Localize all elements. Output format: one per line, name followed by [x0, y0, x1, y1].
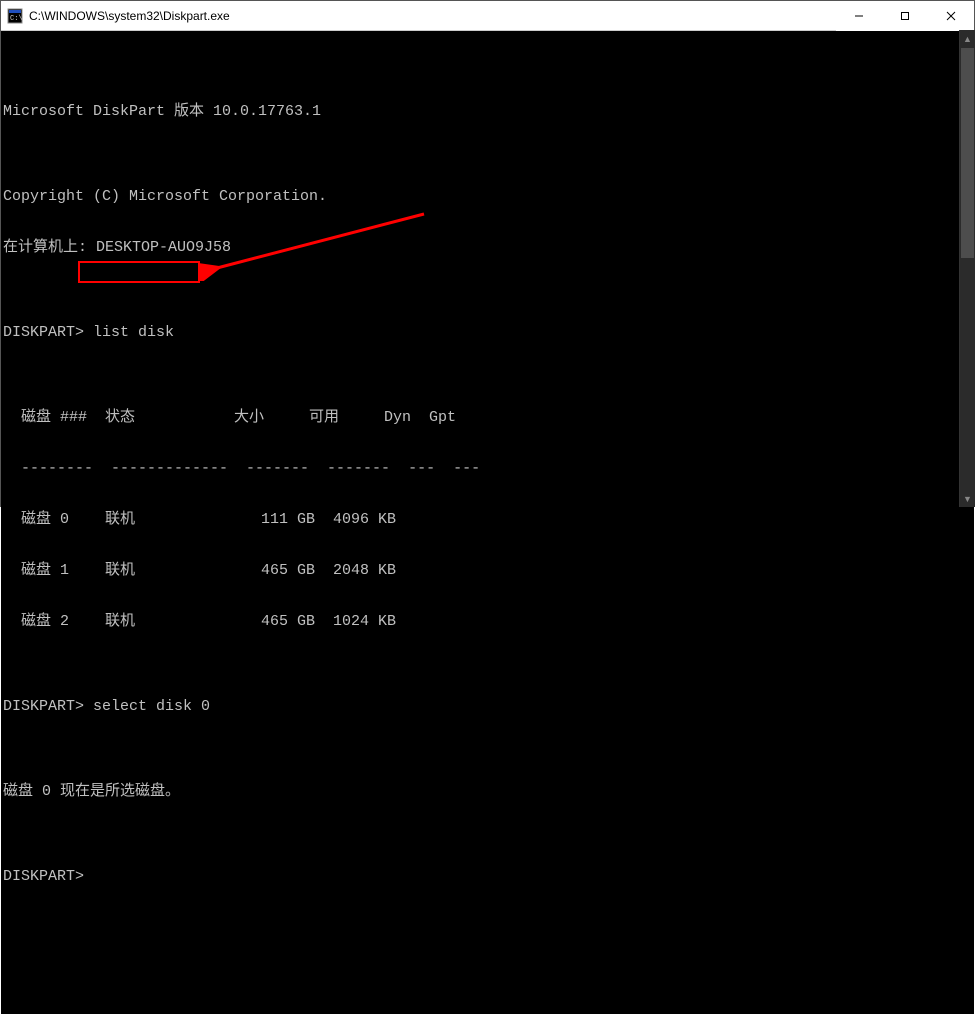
close-button[interactable] [928, 1, 974, 31]
svg-text:C:\: C:\ [10, 15, 23, 23]
prompt-prefix: DISKPART> [3, 698, 93, 715]
vertical-scrollbar[interactable]: ▲ ▼ [959, 30, 975, 507]
window-title: C:\WINDOWS\system32\Diskpart.exe [29, 9, 230, 23]
command-text: list disk [93, 324, 174, 341]
prompt-line-1: DISKPART> list disk [3, 324, 974, 341]
computer-line: 在计算机上: DESKTOP-AUO9J58 [3, 239, 974, 256]
table-row: 磁盘 1 联机 465 GB 2048 KB [3, 562, 974, 579]
scrollbar-thumb[interactable] [961, 48, 974, 258]
prompt-line-2: DISKPART> select disk 0 [3, 698, 974, 715]
app-window: C:\ C:\WINDOWS\system32\Diskpart.exe Mic… [0, 0, 975, 507]
scroll-down-button[interactable]: ▼ [960, 490, 975, 507]
terminal-area[interactable]: Microsoft DiskPart 版本 10.0.17763.1 Copyr… [1, 31, 974, 1014]
minimize-button[interactable] [836, 1, 882, 31]
version-line: Microsoft DiskPart 版本 10.0.17763.1 [3, 103, 974, 120]
prompt-line-3: DISKPART> [3, 868, 974, 885]
table-row: 磁盘 0 联机 111 GB 4096 KB [3, 511, 974, 528]
scroll-up-button[interactable]: ▲ [960, 30, 975, 47]
annotation-highlight-box [78, 261, 200, 283]
copyright-line: Copyright (C) Microsoft Corporation. [3, 188, 974, 205]
table-row: 磁盘 2 联机 465 GB 1024 KB [3, 613, 974, 630]
command-text: select disk 0 [93, 698, 210, 715]
table-header: 磁盘 ### 状态 大小 可用 Dyn Gpt [3, 409, 974, 426]
result-line: 磁盘 0 现在是所选磁盘。 [3, 783, 974, 800]
titlebar[interactable]: C:\ C:\WINDOWS\system32\Diskpart.exe [1, 1, 974, 31]
app-icon: C:\ [7, 8, 23, 24]
maximize-button[interactable] [882, 1, 928, 31]
table-divider: -------- ------------- ------- ------- -… [3, 460, 974, 477]
prompt-prefix: DISKPART> [3, 324, 93, 341]
